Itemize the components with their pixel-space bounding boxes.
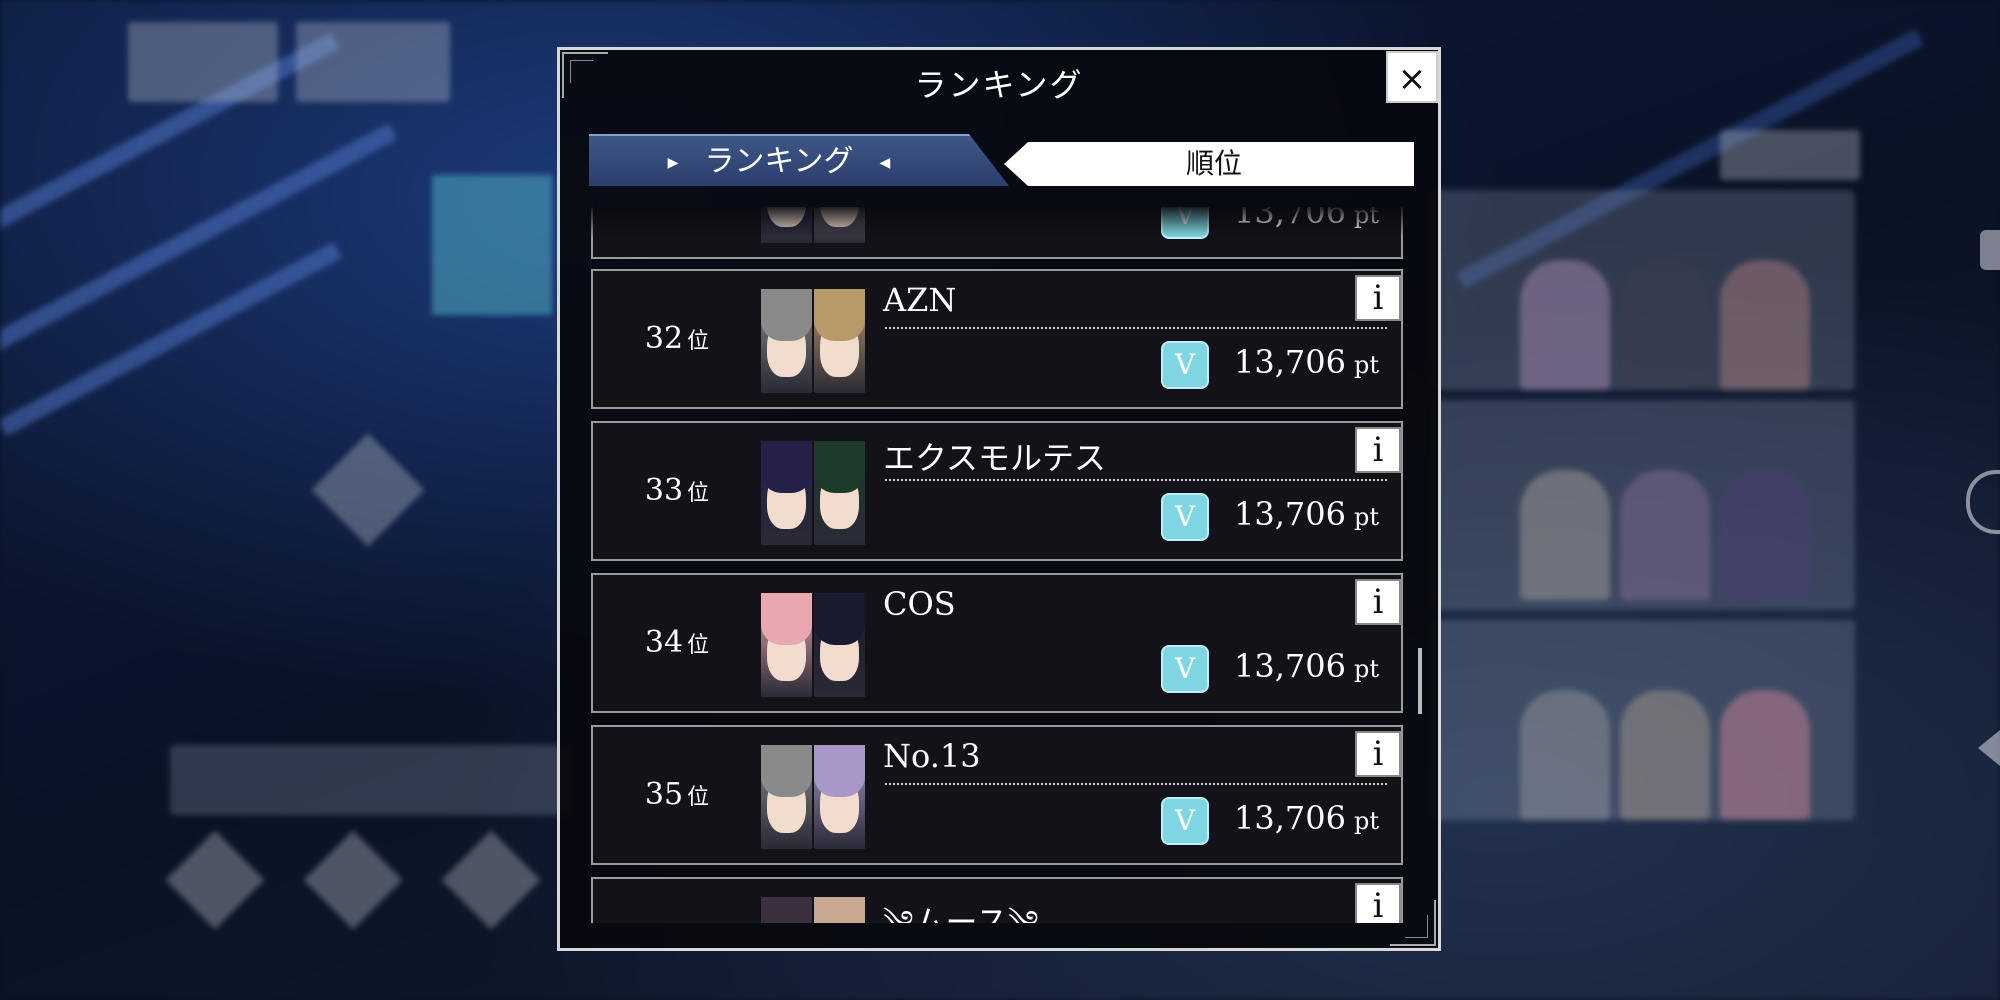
team-name: COS [883,585,956,623]
team-avatars [761,897,865,923]
team-avatars [761,289,865,393]
triangle-right-icon: ▶ [667,155,679,171]
info-button[interactable]: i [1355,883,1401,923]
avatar [761,897,812,923]
score: 13,706 pt [1234,495,1379,533]
bg-panel [170,745,570,815]
bg-character [1720,690,1810,820]
avatar [761,745,812,849]
info-button[interactable]: i [1355,427,1401,473]
ranking-list[interactable]: V 13,706 pt 32 位 AZN i V 13,706 pt 33 位 エクスモ… [591,207,1411,923]
info-button[interactable]: i [1355,579,1401,625]
rank: 35 位 [644,777,710,812]
team-name: AZN [883,281,957,319]
bg-character [1620,260,1710,390]
bg-diamond [441,830,541,930]
bg-back-button [128,22,278,102]
v-badge-icon: V [1161,341,1209,389]
bg-diamond [165,830,265,930]
bg-character [1720,470,1810,600]
score: 13,706 pt [1234,207,1379,231]
tab-position[interactable]: 順位 [1004,142,1414,186]
team-name: No.13 [883,737,981,775]
bg-badge [432,175,552,315]
bg-diamond [311,433,425,547]
bg-diamond [303,830,403,930]
avatar [761,289,812,393]
team-name: ༄ムース༄ [883,903,1039,923]
triangle-left-icon: ◀ [879,155,891,171]
bg-stripe [0,241,342,437]
bg-character [1620,470,1710,600]
tab-label: ランキング [704,144,854,179]
team-name: エクスモルテス [883,439,1107,477]
ranking-row[interactable]: 32 位 AZN i V 13,706 pt [591,269,1403,409]
score: 13,706 pt [1234,343,1379,381]
bg-button [1720,130,1860,180]
ranking-row[interactable]: 35 位 No.13 i V 13,706 pt [591,725,1403,865]
avatar [814,593,865,697]
score: 13,706 pt [1234,647,1379,685]
avatar [814,745,865,849]
tab-ranking[interactable]: ▶ ランキング ◀ [589,134,1009,186]
bg-character [1520,690,1610,820]
v-badge-icon: V [1161,645,1209,693]
team-avatars [761,745,865,849]
divider [885,783,1387,785]
bg-character [1620,690,1710,820]
info-button[interactable]: i [1355,731,1401,777]
tab-label: 順位 [1185,147,1242,180]
side-handle[interactable] [1980,230,2000,270]
bg-character [1520,260,1610,390]
dialog-title: ランキング [914,66,1084,104]
info-button[interactable]: i [1355,275,1401,321]
avatar [814,289,865,393]
avatar [814,207,865,243]
v-badge-icon: V [1161,207,1209,239]
bg-character [1520,470,1610,600]
scrollbar[interactable] [1418,648,1422,714]
v-badge-icon: V [1161,797,1209,845]
ranking-row[interactable]: ༄ムース༄ i [591,877,1403,923]
avatar [761,207,812,243]
team-avatars [761,441,865,545]
rank: 33 位 [644,473,710,508]
avatar [814,897,865,923]
team-avatars [761,593,865,697]
score: 13,706 pt [1234,799,1379,837]
avatar [761,593,812,697]
ranking-row[interactable]: 33 位 エクスモルテス i V 13,706 pt [591,421,1403,561]
rank: 34 位 [644,625,710,660]
v-badge-icon: V [1161,493,1209,541]
avatar [761,441,812,545]
bg-character [1720,260,1810,390]
ranking-row[interactable]: V 13,706 pt [591,207,1403,259]
ranking-row[interactable]: 34 位 COS i V 13,706 pt [591,573,1403,713]
divider [885,327,1387,329]
bg-home-button [296,22,450,102]
ranking-dialog: ランキング × ▶ ランキング ◀ 順位 V 13,706 pt 32 位 AZN i [557,47,1441,951]
team-avatars [761,207,865,243]
rank: 32 位 [644,321,710,356]
close-button[interactable]: × [1386,51,1438,103]
avatar [814,441,865,545]
divider [885,479,1387,481]
